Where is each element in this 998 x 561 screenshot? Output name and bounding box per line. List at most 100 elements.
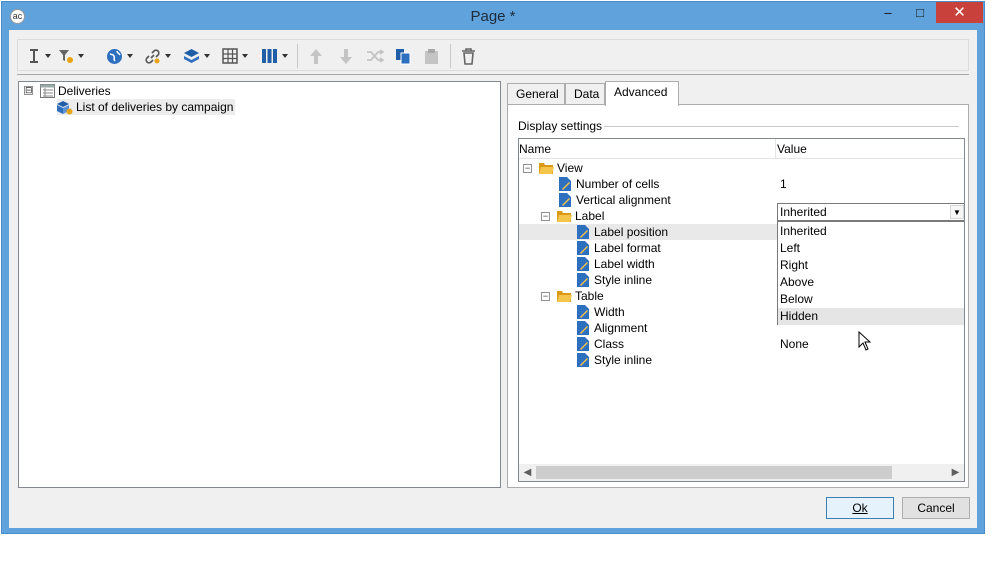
property-icon	[577, 305, 589, 319]
cancel-button[interactable]: Cancel	[902, 497, 970, 519]
list-view-icon	[40, 84, 55, 98]
minimize-button[interactable]: –	[873, 2, 903, 23]
move-up-button[interactable]	[308, 45, 324, 67]
group-divider	[604, 126, 959, 127]
label-position-options[interactable]: Inherited Left Right Above Below Hidden	[777, 221, 964, 325]
property-name: Style inline	[594, 353, 653, 367]
folder-open-icon	[539, 163, 554, 174]
insert-filter-button[interactable]	[58, 45, 84, 67]
insert-field-button[interactable]	[27, 45, 51, 67]
property-name: Number of cells	[576, 177, 660, 191]
delete-button[interactable]	[461, 45, 476, 67]
web-button[interactable]	[106, 45, 133, 67]
columns-icon	[262, 49, 277, 63]
property-name: Style inline	[594, 273, 653, 287]
property-icon	[577, 225, 589, 239]
option-right[interactable]: Right	[778, 257, 964, 274]
paste-button[interactable]	[424, 45, 439, 67]
tab-advanced[interactable]: Advanced	[605, 81, 679, 106]
chevron-down-icon[interactable]: ▼	[950, 205, 964, 219]
option-above[interactable]: Above	[778, 274, 964, 291]
paste-icon	[425, 48, 438, 64]
close-button[interactable]: ✕	[936, 2, 983, 23]
column-header-value[interactable]: Value	[777, 142, 807, 156]
layers-icon	[184, 48, 199, 63]
tab-data[interactable]: Data	[565, 83, 605, 105]
collapse-toggle[interactable]: ⊟	[24, 86, 33, 95]
grid-header: Name Value	[519, 139, 964, 159]
structure-tree[interactable]: ⊟ Deliveries List of deliveries by campa…	[18, 81, 501, 488]
property-row-number-of-cells[interactable]: Number of cells 1	[519, 176, 964, 192]
property-name: Class	[594, 337, 625, 351]
dropdown-arrow-icon	[242, 54, 248, 58]
scroll-left-icon[interactable]: ◀	[519, 464, 536, 481]
property-icon	[577, 273, 589, 287]
dialog-body: ⊟ Deliveries List of deliveries by campa…	[9, 30, 977, 528]
property-name: Label format	[594, 241, 661, 255]
column-header-name[interactable]: Name	[519, 142, 551, 156]
option-hidden[interactable]: Hidden	[778, 308, 964, 325]
delete-icon	[462, 47, 475, 65]
toolbar-divider	[17, 74, 969, 75]
dropdown-arrow-icon	[45, 54, 51, 58]
toolbar-separator	[450, 44, 451, 68]
column-divider[interactable]	[775, 139, 776, 159]
property-icon	[577, 241, 589, 255]
link-icon	[145, 48, 160, 64]
title-bar[interactable]: ac Page * – □ ✕	[2, 2, 984, 30]
dropdown-arrow-icon	[204, 54, 210, 58]
horizontal-scrollbar[interactable]: ◀ ▶	[519, 464, 964, 481]
option-inherited[interactable]: Inherited	[778, 223, 964, 240]
tree-item-deliveries[interactable]: Deliveries	[40, 83, 111, 99]
tab-general[interactable]: General	[507, 83, 565, 105]
property-name: Width	[594, 305, 625, 319]
property-icon	[577, 257, 589, 271]
advanced-tab-panel: Display settings Name Value − View Numbe…	[507, 104, 969, 488]
move-down-button[interactable]	[338, 45, 354, 67]
web-icon	[107, 48, 122, 64]
properties-grid[interactable]: Name Value − View Number of cells 1 Vert…	[518, 138, 965, 482]
insert-filter-icon	[59, 50, 73, 63]
dropdown-arrow-icon	[127, 54, 133, 58]
property-name: Alignment	[594, 321, 648, 335]
link-button[interactable]	[144, 45, 171, 67]
toolbar	[17, 39, 969, 71]
folder-open-icon	[557, 211, 572, 222]
columns-button[interactable]	[261, 45, 288, 67]
option-below[interactable]: Below	[778, 291, 964, 308]
move-down-icon	[340, 48, 352, 64]
property-row-view[interactable]: View	[519, 160, 964, 176]
page-window: ac Page * – □ ✕ ⊟ Deliveries List of del…	[1, 1, 985, 534]
property-name: View	[557, 161, 583, 175]
property-value[interactable]: 1	[780, 177, 787, 191]
copy-button[interactable]	[395, 45, 411, 67]
property-icon	[559, 177, 571, 191]
folder-open-icon	[557, 291, 572, 302]
tree-item-list-of-deliveries[interactable]: List of deliveries by campaign	[57, 99, 236, 115]
property-row-class[interactable]: Class None	[519, 336, 964, 352]
delivery-query-icon	[57, 100, 73, 114]
property-row-table-style-inline[interactable]: Style inline	[519, 352, 964, 368]
display-settings-title: Display settings	[518, 119, 606, 133]
property-name: Table	[575, 289, 604, 303]
scrollbar-thumb[interactable]	[536, 466, 892, 479]
toolbar-separator	[297, 44, 298, 68]
label-position-select[interactable]: Inherited ▼	[777, 203, 964, 221]
tree-item-label: List of deliveries by campaign	[76, 100, 234, 114]
option-left[interactable]: Left	[778, 240, 964, 257]
shuffle-button[interactable]	[366, 45, 384, 67]
window-title: Page *	[470, 8, 516, 25]
ok-button[interactable]: Ok	[826, 497, 894, 519]
property-name: Vertical alignment	[576, 193, 671, 207]
table-icon	[222, 48, 238, 64]
property-icon	[559, 193, 571, 207]
table-button[interactable]	[222, 45, 248, 67]
copy-icon	[396, 48, 411, 64]
maximize-button[interactable]: □	[905, 2, 935, 23]
layers-button[interactable]	[183, 45, 210, 67]
property-name: Label position	[594, 225, 669, 239]
scroll-right-icon[interactable]: ▶	[947, 464, 964, 481]
selected-value: Inherited	[780, 205, 827, 219]
property-value[interactable]: None	[780, 337, 809, 351]
property-icon	[577, 321, 589, 335]
